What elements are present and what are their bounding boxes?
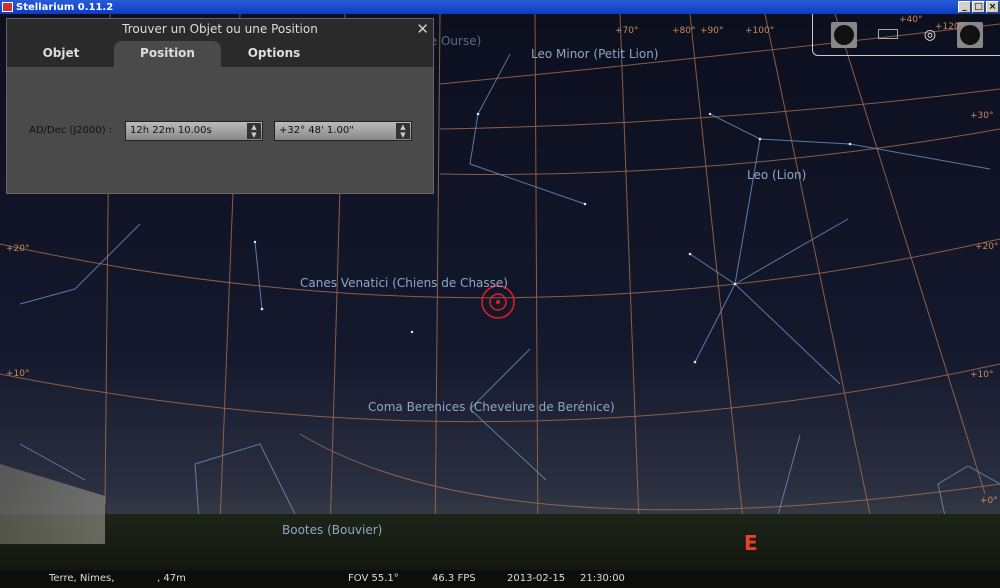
tab-position[interactable]: Position xyxy=(114,41,221,67)
maximize-button[interactable]: □ xyxy=(972,1,985,13)
dialog-title: Trouver un Objet ou une Position xyxy=(122,22,318,36)
date: 2013-02-15 xyxy=(507,573,566,584)
grid-label: +30° xyxy=(970,111,994,121)
grid-label: +90° xyxy=(700,26,724,36)
dec-value: +32° 48' 1.00" xyxy=(279,125,354,136)
time: 21:30:00 xyxy=(580,573,625,584)
window-titlebar: Stellarium 0.11.2 _ □ × xyxy=(0,0,1000,14)
close-button[interactable]: × xyxy=(986,1,999,13)
grid-label: +10° xyxy=(970,370,994,380)
tab-objet[interactable]: Objet xyxy=(23,41,99,67)
find-object-dialog: Trouver un Objet ou une Position ✕ Objet… xyxy=(6,18,434,194)
ecliptic-icon[interactable] xyxy=(831,22,857,48)
cardinal-east: E xyxy=(744,531,758,555)
grid-label: +10° xyxy=(6,369,30,379)
grid-label: +70° xyxy=(615,26,639,36)
fov: FOV 55.1° xyxy=(348,573,399,584)
coord-label: AD/Dec (J2000) : xyxy=(29,125,113,136)
constellation-label: Leo Minor (Petit Lion) xyxy=(531,47,659,61)
grid-label: +20° xyxy=(975,242,999,252)
window-title: Stellarium 0.11.2 xyxy=(16,1,114,13)
grid-label: +40° xyxy=(899,15,923,25)
status-bar: Terre, Nimes, , 47m FOV 55.1° 46.3 FPS 2… xyxy=(0,570,1000,588)
dec-input[interactable]: +32° 48' 1.00" ▲ ▼ xyxy=(274,121,412,141)
app-icon xyxy=(2,2,13,12)
constellation-label: Bootes (Bouvier) xyxy=(282,523,383,537)
fps: 46.3 FPS xyxy=(432,573,476,584)
grid-label: +80° xyxy=(672,26,696,36)
target-marker xyxy=(481,285,515,319)
grid-label: +100° xyxy=(745,26,775,36)
grid-label: +20° xyxy=(6,244,30,254)
ra-value: 12h 22m 10.00s xyxy=(130,125,212,136)
window-icon[interactable] xyxy=(875,22,901,48)
constellation-label: Coma Berenices (Chevelure de Berénice) xyxy=(368,400,615,414)
constellation-label: Leo (Lion) xyxy=(747,168,807,182)
dialog-close-icon[interactable]: ✕ xyxy=(416,20,429,38)
tab-options[interactable]: Options xyxy=(221,41,327,67)
grid-label: +120° xyxy=(935,22,965,32)
ra-input[interactable]: 12h 22m 10.00s ▲ ▼ xyxy=(125,121,263,141)
ra-spinner-icon[interactable]: ▲ ▼ xyxy=(247,123,261,139)
altitude: , 47m xyxy=(157,573,186,584)
location: Terre, Nimes, xyxy=(49,573,115,584)
minimize-button[interactable]: _ xyxy=(958,1,971,13)
dec-spinner-icon[interactable]: ▲ ▼ xyxy=(396,123,410,139)
grid-label: +0° xyxy=(980,496,998,506)
constellation-label: Canes Venatici (Chiens de Chasse) xyxy=(300,276,508,290)
